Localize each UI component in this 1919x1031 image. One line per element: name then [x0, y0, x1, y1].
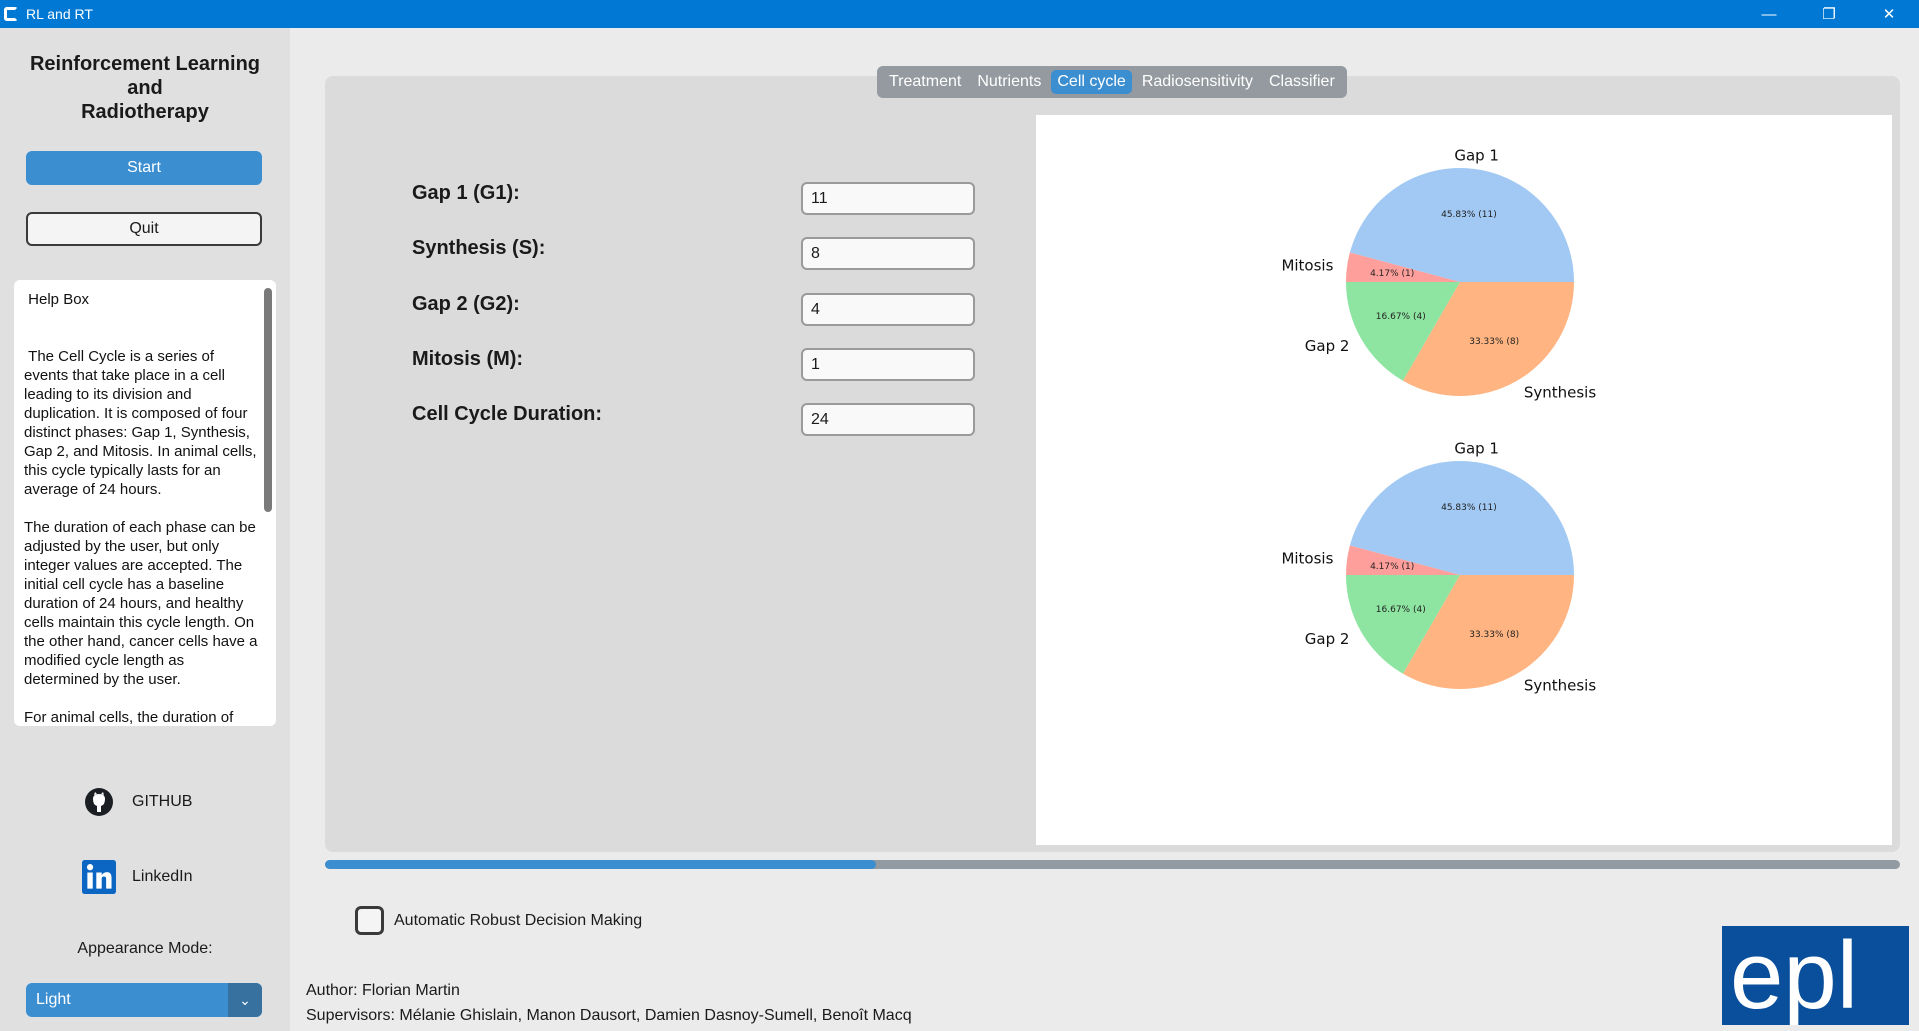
g1-input[interactable]: 11	[801, 182, 975, 215]
auto-decision-checkbox-row[interactable]: Automatic Robust Decision Making	[355, 906, 642, 935]
s-input[interactable]: 8	[801, 237, 975, 270]
chevron-down-icon[interactable]: ⌄	[228, 983, 262, 1017]
quit-button[interactable]: Quit	[26, 212, 262, 246]
maximize-button[interactable]: ❐	[1799, 0, 1859, 28]
duration-input[interactable]: 24	[801, 403, 975, 436]
pie-percent-label: 16.67% (4)	[1376, 312, 1426, 322]
pie-charts-area: 45.83% (11) Gap 1 4.17% (1) Mitosis 16.67% (…	[1036, 115, 1892, 845]
help-box-scrollbar[interactable]	[264, 288, 272, 512]
pie-percent-label: 4.17% (1)	[1370, 562, 1414, 572]
close-button[interactable]: ✕	[1859, 0, 1919, 28]
pie-category-label: Synthesis	[1524, 677, 1597, 695]
g2-input[interactable]: 4	[801, 293, 975, 326]
app-title: Reinforcement Learning and Radiotherapy	[14, 52, 276, 124]
pie-category-label: Gap 2	[1305, 337, 1350, 355]
github-icon	[82, 785, 116, 819]
app-icon	[4, 7, 18, 21]
pie-category-label: Gap 1	[1454, 146, 1499, 164]
auto-decision-label: Automatic Robust Decision Making	[394, 911, 643, 929]
pie-percent-label: 45.83% (11)	[1441, 210, 1497, 220]
appearance-mode-label: Appearance Mode:	[77, 940, 213, 957]
tab-nutrients[interactable]: Nutrients	[971, 70, 1047, 94]
linkedin-label: LinkedIn	[132, 868, 193, 885]
progress-bar	[325, 860, 1900, 869]
pie-category-label: Synthesis	[1524, 384, 1597, 402]
pie-percent-label: 33.33% (8)	[1469, 337, 1519, 347]
window-title: RL and RT	[26, 6, 93, 22]
pie-percent-label: 4.17% (1)	[1370, 269, 1414, 279]
tab-treatment[interactable]: Treatment	[883, 70, 967, 94]
g1-label: Gap 1 (G1):	[412, 182, 520, 204]
pie-category-label: Gap 1	[1454, 439, 1499, 457]
github-label: GITHUB	[132, 793, 193, 810]
pie-percent-label: 16.67% (4)	[1376, 605, 1426, 615]
appearance-mode-select[interactable]: Light ⌄	[26, 983, 262, 1017]
start-button[interactable]: Start	[26, 151, 262, 185]
app-title-line: and	[127, 77, 163, 99]
pie-percent-label: 33.33% (8)	[1469, 630, 1519, 640]
help-box-text: Help Box The Cell Cycle is a series of e…	[24, 291, 258, 726]
linkedin-link[interactable]: LinkedIn	[82, 860, 193, 894]
svg-text:epl: epl	[1730, 926, 1858, 1025]
app-title-line: Radiotherapy	[81, 101, 209, 123]
appearance-mode-value: Light	[36, 991, 71, 1008]
help-box[interactable]: Help Box The Cell Cycle is a series of e…	[14, 280, 276, 726]
tab-bar: Treatment Nutrients Cell cycle Radiosens…	[877, 66, 1347, 98]
sidebar: Reinforcement Learning and Radiotherapy …	[0, 28, 290, 1031]
duration-label: Cell Cycle Duration:	[412, 403, 603, 425]
author-text: Author: Florian Martin	[306, 982, 460, 999]
credits: Author: Florian Martin Supervisors: Méla…	[306, 978, 912, 1028]
app-title-line: Reinforcement Learning	[29, 53, 261, 75]
epl-logo: epl	[1722, 926, 1909, 1025]
pie-category-label: Gap 2	[1305, 630, 1350, 648]
progress-bar-fill	[325, 860, 877, 869]
auto-decision-checkbox[interactable]	[355, 906, 384, 935]
title-bar: RL and RT — ❐ ✕	[0, 0, 1919, 28]
m-label: Mitosis (M):	[412, 348, 524, 370]
github-link[interactable]: GITHUB	[82, 785, 192, 819]
pie-charts-svg: 45.83% (11) Gap 1 4.17% (1) Mitosis 16.67% (…	[1281, 146, 1597, 695]
pie-category-label: Mitosis	[1281, 256, 1333, 274]
supervisors-text: Supervisors: Mélanie Ghislain, Manon Dau…	[306, 1007, 912, 1024]
linkedin-icon	[82, 860, 116, 894]
g2-label: Gap 2 (G2):	[412, 293, 520, 315]
pie-category-label: Mitosis	[1281, 549, 1333, 567]
pie-percent-label: 45.83% (11)	[1441, 503, 1497, 513]
tab-cell-cycle[interactable]: Cell cycle	[1051, 70, 1132, 94]
tab-classifier[interactable]: Classifier	[1263, 70, 1341, 94]
minimize-button[interactable]: —	[1739, 0, 1799, 28]
m-input[interactable]: 1	[801, 348, 975, 381]
tab-radiosensitivity[interactable]: Radiosensitivity	[1136, 70, 1259, 94]
s-label: Synthesis (S):	[412, 237, 546, 259]
